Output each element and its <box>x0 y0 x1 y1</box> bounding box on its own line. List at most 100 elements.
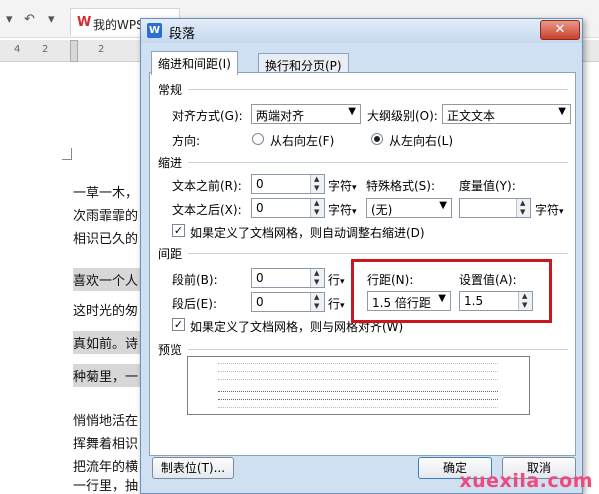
doc-text-line: 悄悄地活在 <box>73 414 139 429</box>
setting-value-label: 设置值(A): <box>459 273 517 287</box>
section-divider <box>188 162 568 163</box>
alignment-label: 对齐方式(G): <box>172 109 243 123</box>
indent-after-label: 文本之后(X): <box>172 203 242 217</box>
spin-buttons[interactable]: ▲ ▼ <box>518 292 532 310</box>
doc-text-line: 这时光的匆 <box>73 304 139 319</box>
doc-text-line: 相识已久的 <box>73 232 139 247</box>
tab-stops-button[interactable]: 制表位(T)... <box>152 457 234 479</box>
snap-to-grid-label: 如果定义了文档网格，则与网格对齐(W) <box>190 320 404 334</box>
dropdown-arrow-icon: ▼ <box>348 106 356 117</box>
undo-icon[interactable]: ↶ <box>24 12 35 27</box>
wps-logo-icon: W <box>77 15 92 30</box>
spin-up-icon: ▲ <box>314 199 320 207</box>
caret-down-icon: ▾ <box>559 207 564 217</box>
page-crop-mark <box>62 148 72 160</box>
spin-down-icon: ▼ <box>314 302 320 310</box>
setting-value: 1.5 <box>464 294 484 308</box>
direction-label: 方向: <box>172 134 201 148</box>
indent-before-label: 文本之前(R): <box>172 179 242 193</box>
ltr-label: 从左向右(L) <box>389 134 454 148</box>
doc-text-line: 喜欢一个人 <box>73 268 143 291</box>
rtl-label: 从右向左(F) <box>270 134 335 148</box>
line-spacing-value: 1.5 倍行距 <box>372 296 431 310</box>
spin-down-icon: ▼ <box>522 301 528 309</box>
rtl-radio[interactable] <box>252 133 264 145</box>
spin-up-icon: ▲ <box>522 292 528 300</box>
section-divider <box>188 89 568 90</box>
spin-down-icon: ▼ <box>314 278 320 286</box>
snap-to-grid-checkbox[interactable]: ✓ <box>172 318 185 331</box>
preview-line <box>218 407 498 410</box>
spin-down-icon: ▼ <box>314 184 320 192</box>
site-watermark: xuexila.com <box>459 470 593 492</box>
space-after-input[interactable]: 0 ▲ ▼ <box>251 292 325 312</box>
indent-before-unit[interactable]: 字符▾ <box>328 177 357 194</box>
spin-up-icon: ▲ <box>314 269 320 277</box>
doc-text-line: 把流年的横 <box>73 460 139 475</box>
preview-box <box>187 356 530 415</box>
line-spacing-label: 行距(N): <box>367 273 414 287</box>
doc-text-line: 种菊里，一 <box>73 364 143 387</box>
ruler-number: 2 <box>98 44 105 55</box>
dialog-titlebar[interactable]: W 段落 ✕ <box>141 19 582 43</box>
indent-after-input[interactable]: 0 ▲ ▼ <box>251 198 325 218</box>
outline-level-value: 正文文本 <box>447 109 496 123</box>
doc-text-line: 挥舞着相识 <box>73 437 139 452</box>
caret-down-icon: ▾ <box>352 183 357 193</box>
spin-down-icon: ▼ <box>314 208 320 216</box>
ruler-number: 4 <box>14 44 21 55</box>
measure-unit[interactable]: 字符▾ <box>535 201 564 218</box>
alignment-value: 两端对齐 <box>256 109 305 123</box>
indent-after-value: 0 <box>256 201 264 215</box>
ltr-radio[interactable] <box>371 133 383 145</box>
spin-buttons[interactable]: ▲ ▼ <box>310 293 324 311</box>
spin-buttons[interactable]: ▲ ▼ <box>310 199 324 217</box>
ruler-number: 2 <box>42 44 49 55</box>
preview-line <box>218 391 498 394</box>
indent-before-input[interactable]: 0 ▲ ▼ <box>251 174 325 194</box>
dropdown-arrow-icon: ▼ <box>558 106 566 117</box>
auto-right-indent-label: 如果定义了文档网格，则自动调整右缩进(D) <box>190 226 425 240</box>
spin-up-icon: ▲ <box>314 175 320 183</box>
dropdown-arrow-icon: ▼ <box>439 200 447 211</box>
space-after-label: 段后(E): <box>172 297 217 311</box>
check-icon: ✓ <box>173 318 184 331</box>
dialog-title: 段落 <box>169 27 196 42</box>
section-preview-label: 预览 <box>158 343 183 357</box>
space-after-unit[interactable]: 行▾ <box>328 295 345 312</box>
doc-text-line: 次雨霏霏的 <box>73 209 139 224</box>
preview-line <box>218 363 498 366</box>
indent-after-unit[interactable]: 字符▾ <box>328 201 357 218</box>
save-icon[interactable]: ▾ <box>6 12 13 27</box>
line-spacing-select[interactable]: 1.5 倍行距 ▼ <box>367 291 451 311</box>
spin-down-icon: ▼ <box>520 208 526 216</box>
outline-level-select[interactable]: 正文文本 ▼ <box>442 104 571 124</box>
preview-line <box>218 399 498 402</box>
close-button[interactable]: ✕ <box>540 20 580 40</box>
spin-buttons[interactable]: ▲ ▼ <box>516 199 530 217</box>
auto-right-indent-checkbox[interactable]: ✓ <box>172 224 185 237</box>
doc-text-line: 一行里，抽 <box>73 479 139 494</box>
space-before-unit[interactable]: 行▾ <box>328 271 345 288</box>
alignment-select[interactable]: 两端对齐 ▼ <box>251 104 361 124</box>
tab-indent-spacing[interactable]: 缩进和间距(I) <box>151 51 238 75</box>
preview-line <box>218 371 498 374</box>
section-spacing-label: 间距 <box>158 247 183 261</box>
caret-down-icon: ▾ <box>352 207 357 217</box>
more-icon[interactable]: ▾ <box>48 12 55 27</box>
space-before-value: 0 <box>256 271 264 285</box>
measure-input[interactable]: ▲ ▼ <box>459 198 531 218</box>
spin-up-icon: ▲ <box>314 293 320 301</box>
indent-marker[interactable] <box>70 40 78 62</box>
spin-buttons[interactable]: ▲ ▼ <box>310 269 324 287</box>
section-divider <box>188 253 568 254</box>
close-icon: ✕ <box>554 22 566 37</box>
wps-app-icon: W <box>147 23 162 38</box>
setting-value-input[interactable]: 1.5 ▲ ▼ <box>459 291 533 311</box>
spin-buttons[interactable]: ▲ ▼ <box>310 175 324 193</box>
special-format-select[interactable]: (无) ▼ <box>366 198 452 218</box>
space-before-input[interactable]: 0 ▲ ▼ <box>251 268 325 288</box>
special-format-value: (无) <box>371 203 393 217</box>
caret-down-icon: ▾ <box>340 301 345 311</box>
indent-before-value: 0 <box>256 177 264 191</box>
